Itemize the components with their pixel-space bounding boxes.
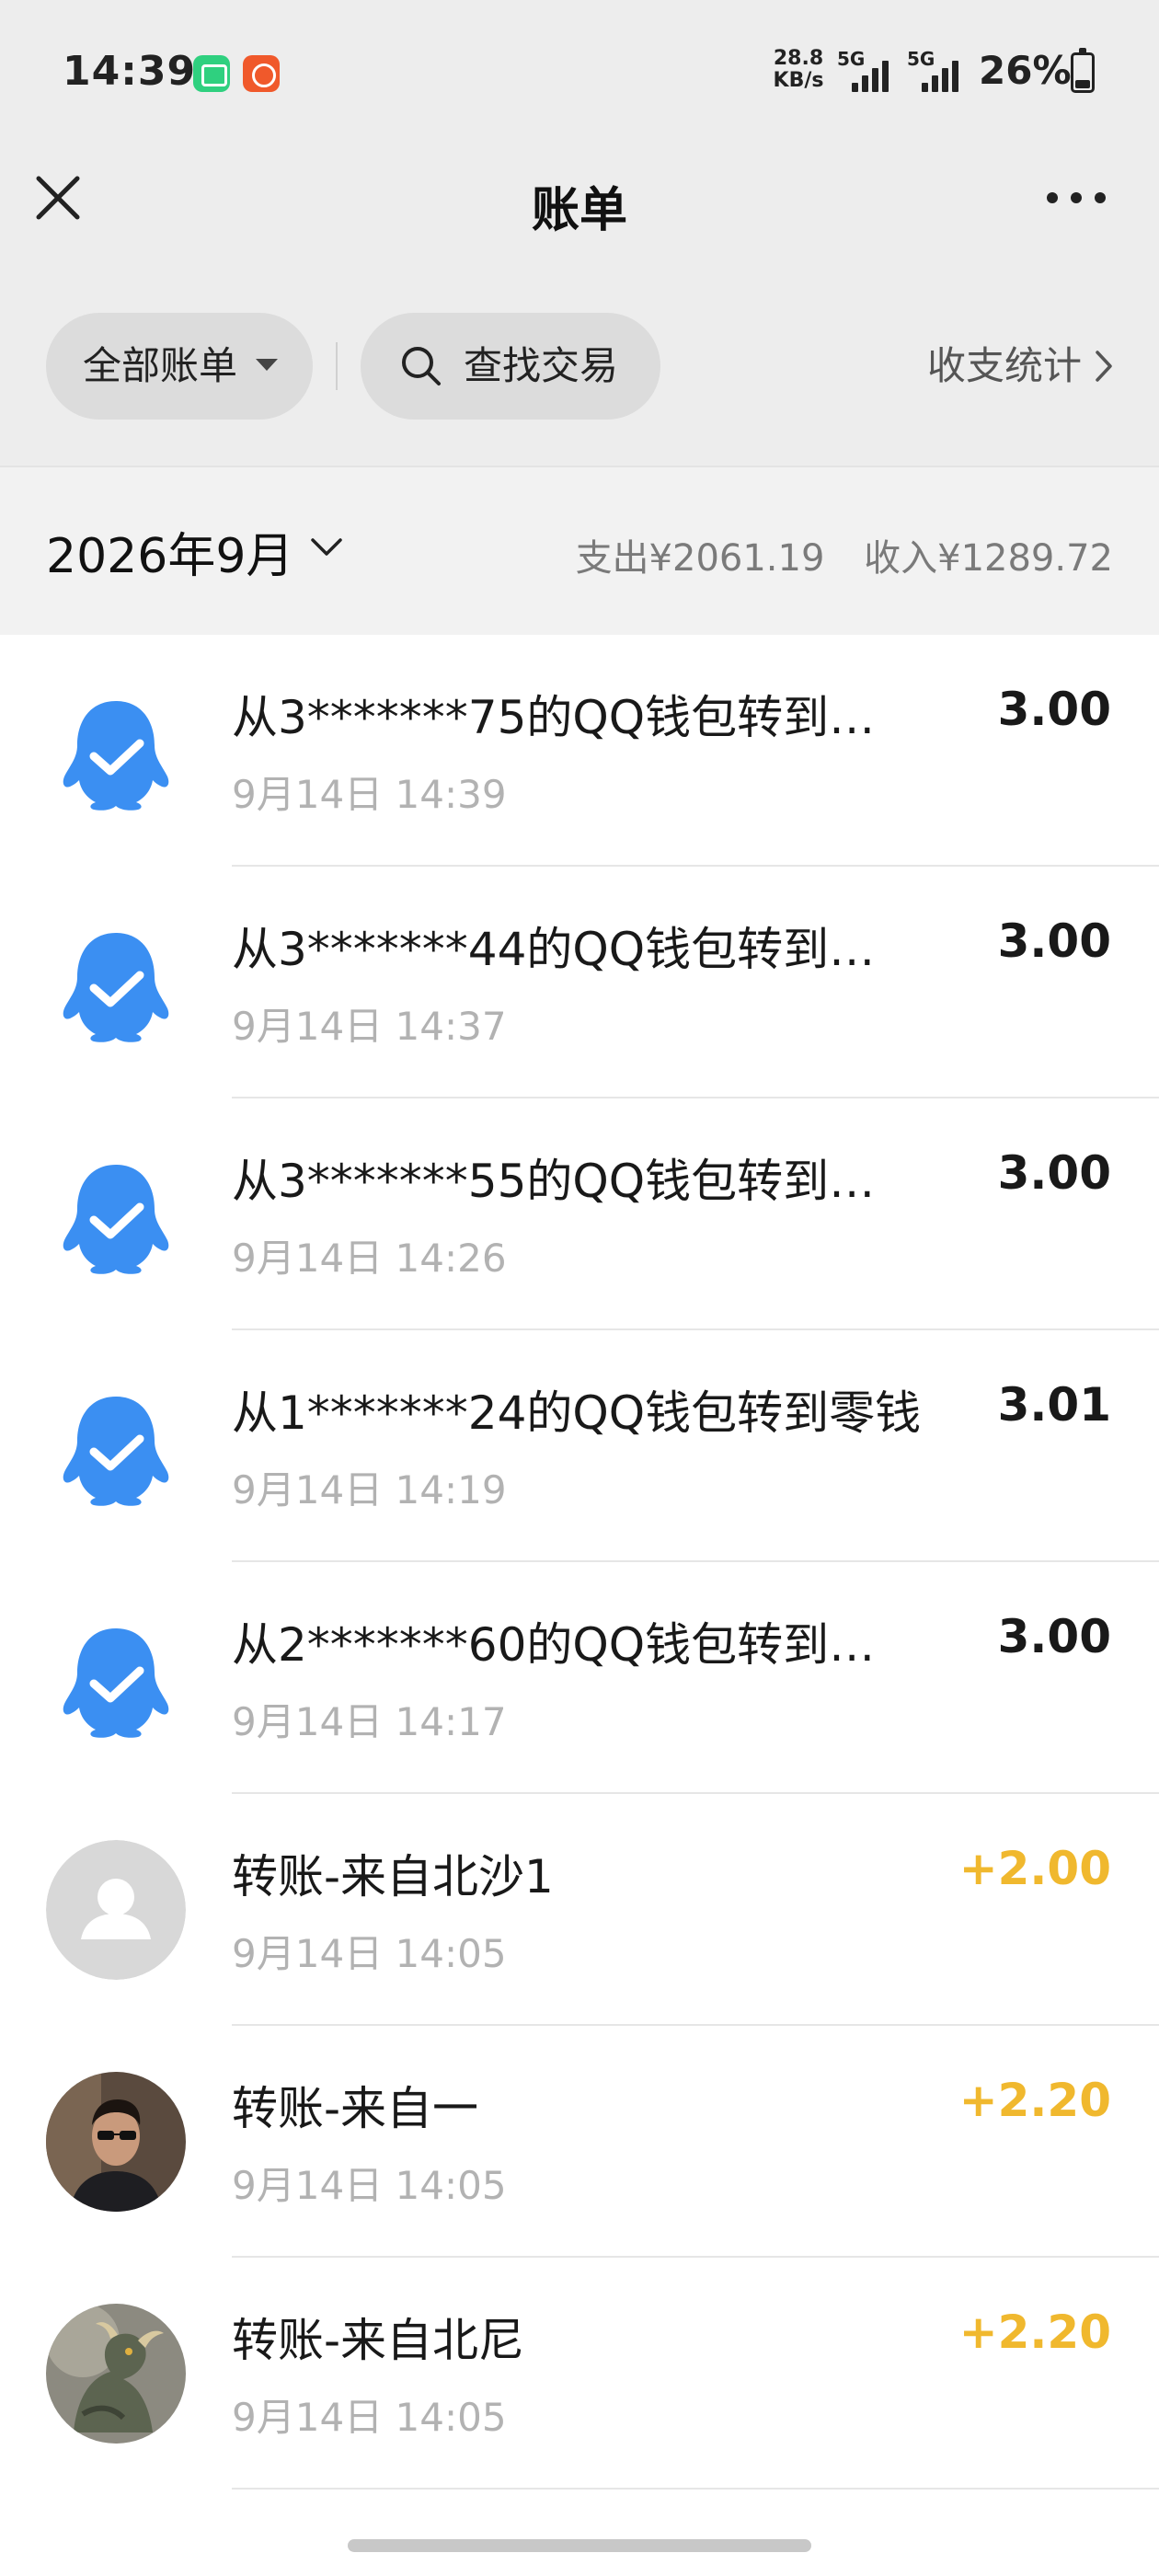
row-divider (232, 2488, 1159, 2490)
transaction-title: 转账-来自一 (232, 2082, 479, 2135)
chevron-right-icon (1096, 351, 1112, 382)
status-time: 14:39 (63, 48, 197, 95)
income-total: 收入¥1289.72 (864, 537, 1113, 580)
transaction-amount: +2.00 (958, 1842, 1111, 1895)
dragon-photo-avatar (46, 2304, 186, 2444)
income-expense-stats-link[interactable]: 收支统计 (927, 313, 1113, 420)
dragon-photo-icon (46, 2304, 186, 2444)
transaction-amount: +2.20 (958, 2306, 1111, 2359)
all-bills-label: 全部账单 (83, 343, 238, 388)
qq-penguin-icon (63, 1397, 169, 1506)
signal-2-label: 5G (907, 48, 935, 70)
page-title: 账单 (531, 183, 627, 238)
expense-total: 支出¥2061.19 (575, 537, 825, 580)
transaction-title: 从3*******44的QQ钱包转到… (232, 923, 876, 976)
more-button[interactable] (1039, 167, 1113, 228)
network-speed: 28.8 KB/s (769, 48, 828, 92)
qq-penguin-icon (46, 1144, 186, 1284)
search-icon (402, 347, 441, 385)
transaction-amount: 3.00 (997, 914, 1111, 968)
transaction-date: 9月14日 14:37 (232, 1004, 507, 1049)
qq-penguin-icon (63, 701, 169, 811)
network-speed-unit: KB/s (773, 69, 824, 92)
signal-1-icon: 5G (837, 48, 901, 92)
transaction-date: 9月14日 14:05 (232, 2395, 507, 2440)
transaction-date: 9月14日 14:17 (232, 1699, 507, 1744)
signal-1-label: 5G (837, 48, 866, 70)
qq-penguin-icon (46, 1376, 186, 1516)
month-summary-bar: 2026年9月 支出¥2061.19 收入¥1289.72 (0, 466, 1159, 635)
search-label: 查找交易 (464, 343, 619, 388)
transaction-row[interactable]: 从2*******60的QQ钱包转到… 9月14日 14:17 3.00 (0, 1562, 1159, 1794)
filter-divider (336, 342, 338, 390)
battery-level (1075, 80, 1090, 88)
transaction-row[interactable]: 从3*******55的QQ钱包转到… 9月14日 14:26 3.00 (0, 1098, 1159, 1330)
transaction-row[interactable]: 转账-来自一 9月14日 14:05 +2.20 (0, 2026, 1159, 2258)
default-avatar-icon (46, 1840, 186, 1980)
home-indicator[interactable] (348, 2539, 811, 2552)
transaction-amount: +2.20 (958, 2074, 1111, 2127)
transaction-row[interactable]: 从3*******44的QQ钱包转到… 9月14日 14:37 3.00 (0, 867, 1159, 1098)
orange-app-icon (243, 55, 280, 92)
stats-label: 收支统计 (926, 343, 1082, 388)
default-avatar (46, 1840, 186, 1980)
battery-icon (1071, 48, 1095, 93)
transaction-amount: 3.00 (997, 1146, 1111, 1200)
qq-penguin-icon (63, 1165, 169, 1274)
transaction-list: 从3*******75的QQ钱包转到… 9月14日 14:39 3.00 从3*… (0, 635, 1159, 2490)
green-app-icon (193, 55, 230, 92)
all-bills-filter[interactable]: 全部账单 (46, 313, 313, 420)
transaction-title: 从2*******60的QQ钱包转到… (232, 1618, 876, 1672)
transaction-title: 从1*******24的QQ钱包转到零钱 (232, 1386, 922, 1440)
transaction-date: 9月14日 14:05 (232, 1931, 507, 1976)
transaction-date: 9月14日 14:39 (232, 772, 507, 817)
status-bar: 14:39 28.8 KB/s 5G 5G 26% (0, 0, 1159, 147)
transaction-amount: 3.01 (997, 1378, 1111, 1432)
transaction-row[interactable]: 从1*******24的QQ钱包转到零钱 9月14日 14:19 3.01 (0, 1330, 1159, 1562)
qq-penguin-icon (63, 933, 169, 1042)
transaction-title: 从3*******75的QQ钱包转到… (232, 691, 876, 744)
signal-2-icon: 5G (907, 48, 971, 92)
month-totals: 支出¥2061.19 收入¥1289.72 (576, 528, 1113, 581)
month-selector[interactable]: 2026年9月 (46, 517, 343, 586)
qq-penguin-icon (46, 1608, 186, 1748)
qq-penguin-icon (63, 1628, 169, 1738)
transaction-date: 9月14日 14:05 (232, 2163, 507, 2208)
chevron-down-icon (311, 538, 343, 556)
transaction-amount: 3.00 (997, 1610, 1111, 1663)
search-transactions-button[interactable]: 查找交易 (361, 313, 660, 420)
transaction-date: 9月14日 14:26 (232, 1236, 507, 1281)
caret-down-icon (256, 359, 278, 371)
transaction-amount: 3.00 (997, 683, 1111, 736)
qq-penguin-icon (46, 913, 186, 1052)
transaction-title: 转账-来自北沙1 (232, 1850, 554, 1903)
network-speed-value: 28.8 (773, 47, 824, 70)
battery-percentage: 26% (979, 48, 1072, 93)
nav-bar: 账单 (0, 147, 1159, 248)
transaction-row[interactable]: 从3*******75的QQ钱包转到… 9月14日 14:39 3.00 (0, 635, 1159, 867)
month-label: 2026年9月 (46, 529, 294, 584)
more-icon (1047, 192, 1106, 203)
transaction-date: 9月14日 14:19 (232, 1467, 507, 1512)
transaction-row[interactable]: 转账-来自北沙1 9月14日 14:05 +2.00 (0, 1794, 1159, 2026)
filter-row: 全部账单 查找交易 收支统计 (0, 313, 1159, 420)
qq-penguin-icon (46, 681, 186, 821)
transaction-title: 从3*******55的QQ钱包转到… (232, 1155, 876, 1208)
man-photo-icon (46, 2072, 186, 2212)
transaction-title: 转账-来自北尼 (232, 2314, 525, 2367)
transaction-row[interactable]: 转账-来自北尼 9月14日 14:05 +2.20 (0, 2258, 1159, 2490)
man-photo-avatar (46, 2072, 186, 2212)
